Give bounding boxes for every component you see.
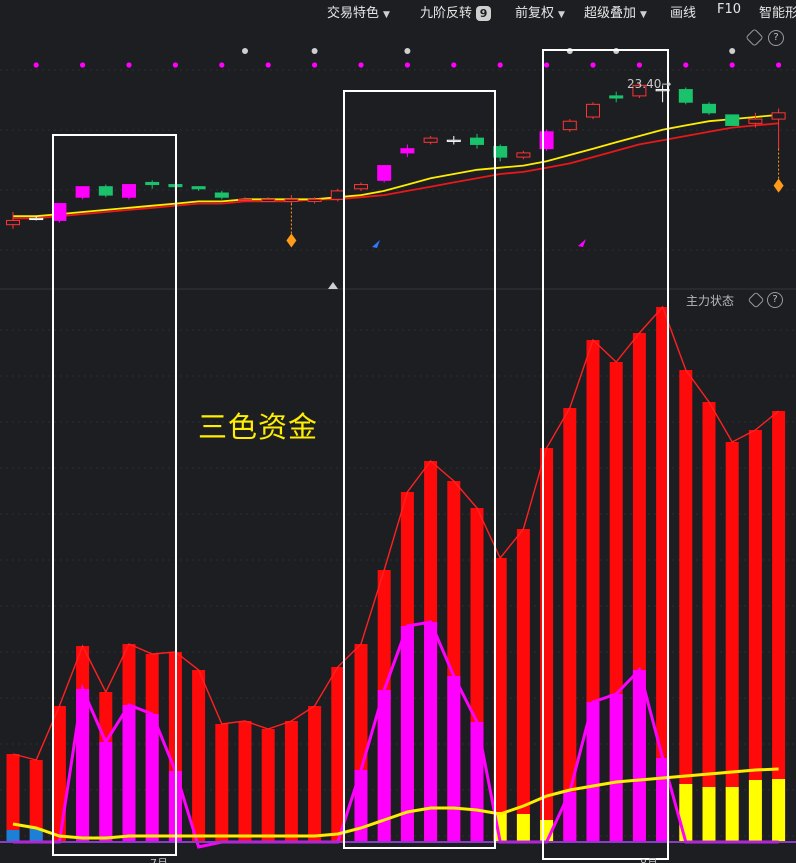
magenta-bar xyxy=(145,714,159,842)
signal-dot xyxy=(126,62,132,68)
red-bar xyxy=(192,670,206,842)
candle-body xyxy=(586,103,600,118)
magenta-bar xyxy=(99,742,113,842)
candle-body xyxy=(562,120,577,131)
signal-dot xyxy=(729,62,735,68)
star-signal xyxy=(311,48,318,54)
diamond-marker xyxy=(773,178,784,193)
red-bar xyxy=(516,529,530,842)
triangle-marker xyxy=(328,282,338,289)
signal-dot xyxy=(80,62,86,68)
candle-body xyxy=(609,95,624,99)
signal-dot xyxy=(683,62,689,68)
question-circle-icon[interactable]: ? xyxy=(768,30,784,46)
candle-body xyxy=(330,190,345,200)
star-signal xyxy=(242,48,248,54)
yellow-bar xyxy=(772,779,786,842)
signal-dot xyxy=(404,62,410,68)
candle-body xyxy=(377,165,392,181)
signal-dot xyxy=(451,62,457,68)
chart-canvas xyxy=(0,48,796,860)
indicator-name: 主力状态 xyxy=(686,294,735,308)
yellow-bar xyxy=(702,787,716,842)
star-signal xyxy=(729,48,736,54)
candle-body xyxy=(702,103,716,114)
indicator-grid xyxy=(0,329,796,837)
yellow-bar xyxy=(748,780,762,842)
red-bar xyxy=(702,402,716,842)
magenta-bar xyxy=(632,670,646,842)
signal-dot xyxy=(358,62,364,68)
candle-body xyxy=(470,137,484,145)
signal-dot xyxy=(219,62,225,68)
candle-body xyxy=(725,114,740,126)
signal-dot xyxy=(33,62,39,68)
magenta-bar xyxy=(400,626,414,842)
red-bar xyxy=(308,706,322,842)
candle-body xyxy=(516,152,531,158)
magenta-bar xyxy=(447,676,461,842)
month-label-july: 7月 xyxy=(150,855,168,863)
candle-body xyxy=(307,198,322,202)
annotation-box xyxy=(542,49,669,860)
candle-body xyxy=(400,148,415,154)
red-bar xyxy=(772,411,786,842)
candle-body xyxy=(446,139,461,142)
question-circle-icon[interactable]: ? xyxy=(767,292,783,308)
candle-body xyxy=(354,184,368,190)
yellow-bar xyxy=(679,784,693,842)
ma-red-line xyxy=(13,122,779,220)
magenta-bar xyxy=(122,705,136,842)
signal-dot xyxy=(497,62,503,68)
candle-body xyxy=(122,184,136,198)
signal-dot xyxy=(172,62,178,68)
candle-body xyxy=(52,203,67,221)
red-bar xyxy=(679,370,693,842)
signal-dot xyxy=(636,62,643,68)
diamond-marker xyxy=(286,233,297,248)
candle-body xyxy=(238,198,252,202)
signal-dot xyxy=(312,62,318,68)
candle-body xyxy=(75,186,90,198)
candle-body xyxy=(284,198,299,202)
red-bar xyxy=(284,721,298,842)
signal-dot xyxy=(265,62,271,68)
candle-body xyxy=(98,186,113,196)
price-grid xyxy=(0,69,796,251)
flag-marker-blue xyxy=(372,240,380,248)
yellow-bar xyxy=(725,787,739,842)
candle-body xyxy=(748,118,763,124)
candle-body xyxy=(261,198,276,202)
candle-body xyxy=(678,89,693,103)
chart-window: { "toolbar": { "items": [ {"label": "交易特… xyxy=(0,0,796,863)
last-price-label: 23.40→ xyxy=(627,77,672,91)
candle-body xyxy=(771,112,786,120)
blue-bar xyxy=(6,830,20,842)
magenta-bar xyxy=(609,694,623,842)
red-bar xyxy=(331,667,345,842)
candle-body xyxy=(423,137,438,143)
signal-dot xyxy=(544,62,550,68)
signal-dot xyxy=(776,62,782,68)
star-signal xyxy=(404,48,411,54)
red-bar xyxy=(6,754,20,842)
flag-marker-magenta xyxy=(578,239,586,247)
annotation-text: 三色资金 xyxy=(198,410,319,444)
candle-body xyxy=(214,192,229,198)
red-bar xyxy=(238,721,252,842)
candle-body xyxy=(29,217,44,221)
candle-body xyxy=(145,181,160,186)
signal-dot xyxy=(590,62,596,68)
candle-body xyxy=(191,186,206,190)
red-bar xyxy=(725,442,739,842)
month-label-august: 8月 xyxy=(640,855,658,863)
yellow-bar xyxy=(516,814,530,842)
red-bar xyxy=(261,729,275,842)
candle-body xyxy=(6,219,20,226)
signal-dot-row xyxy=(33,62,782,68)
red-bar xyxy=(215,724,229,842)
